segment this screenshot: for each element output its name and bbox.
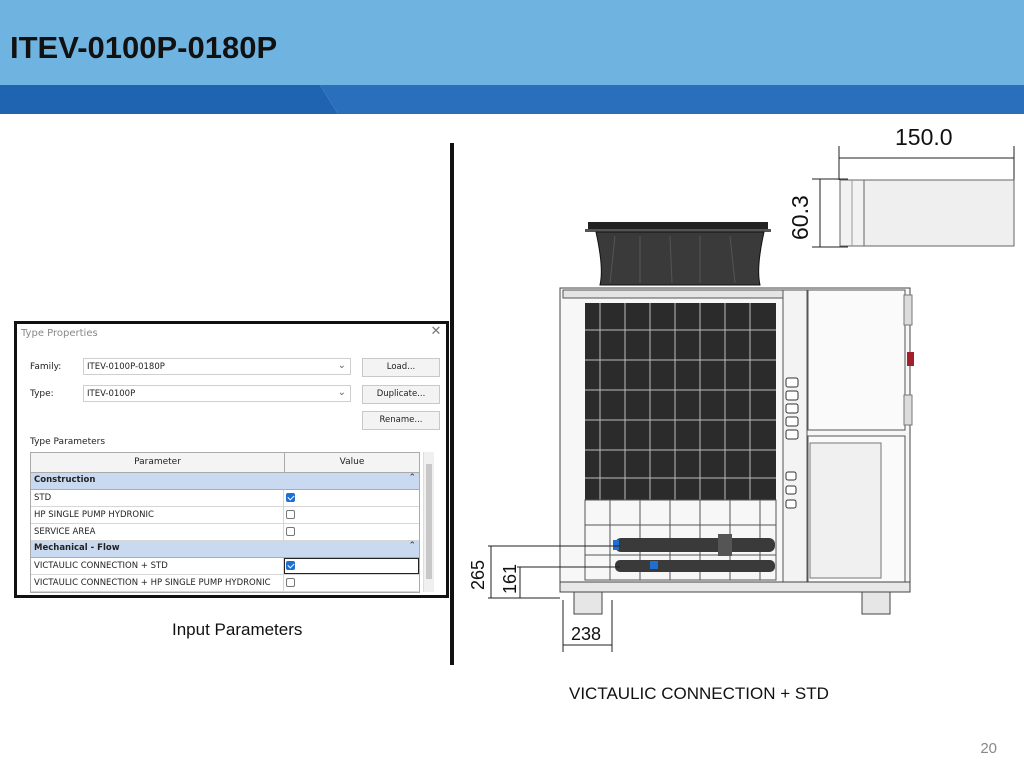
parameter-name: STD — [31, 490, 284, 506]
collapse-icon[interactable]: ⌃ — [408, 541, 416, 551]
fan — [585, 222, 771, 286]
type-parameters-label: Type Parameters — [30, 437, 106, 447]
load-button[interactable]: Load... — [362, 358, 440, 377]
std-checkbox[interactable] — [286, 493, 295, 502]
rename-button[interactable]: Rename... — [362, 411, 440, 430]
service-area-checkbox[interactable] — [286, 527, 295, 536]
table-row[interactable]: VICTAULIC CONNECTION + HP SINGLE PUMP HY… — [31, 575, 419, 592]
group-label: Construction — [34, 475, 96, 485]
group-construction[interactable]: Construction ⌃ — [31, 473, 419, 490]
caption-input-parameters: Input Parameters — [172, 620, 303, 639]
family-dropdown[interactable]: ITEV-0100P-0180P ⌄ — [83, 358, 351, 375]
header-banner: ITEV-0100P-0180P — [0, 0, 1024, 116]
parameter-name: SERVICE AREA — [31, 524, 284, 540]
dim-161-label: 161 — [500, 564, 520, 594]
group-label: Mechanical - Flow — [34, 543, 120, 553]
scrollbar-thumb[interactable] — [426, 464, 432, 579]
victaulic-std-checkbox[interactable] — [286, 561, 295, 570]
parameter-name: VICTAULIC CONNECTION + STD — [31, 558, 284, 574]
collapse-icon[interactable]: ⌃ — [408, 473, 416, 483]
dim-pipe-height-label: 60.3 — [787, 195, 813, 240]
parameter-table: Parameter Value Construction ⌃ STD HP SI… — [30, 452, 420, 593]
table-row[interactable]: STD — [31, 490, 419, 507]
dim-width-label: 150.0 — [895, 124, 953, 150]
vertical-scrollbar[interactable] — [423, 452, 434, 592]
dialog-title: Type Properties — [21, 328, 98, 339]
family-value: ITEV-0100P-0180P — [87, 362, 165, 372]
table-row[interactable]: SERVICE AREA — [31, 524, 419, 541]
parameter-name: VICTAULIC CONNECTION + HP SINGLE PUMP HY… — [31, 575, 284, 591]
unit-drawing: 150.0 60.3 265 161 238 — [470, 124, 1015, 652]
caption-victaulic-std: VICTAULIC CONNECTION + STD — [569, 684, 829, 703]
table-header: Parameter Value — [31, 453, 419, 473]
type-dropdown[interactable]: ITEV-0100P ⌄ — [83, 385, 351, 402]
family-label: Family: — [30, 362, 62, 372]
dim-265-label: 265 — [470, 560, 488, 590]
vertical-divider — [450, 143, 454, 665]
type-properties-dialog: Type Properties ✕ Family: ITEV-0100P-018… — [14, 321, 449, 598]
duplicate-button[interactable]: Duplicate... — [362, 385, 440, 404]
chevron-down-icon: ⌄ — [337, 387, 346, 398]
table-row[interactable]: HP SINGLE PUMP HYDRONIC — [31, 507, 419, 524]
pipe-detail — [839, 179, 1015, 247]
unit-frame — [559, 287, 914, 615]
type-label: Type: — [30, 389, 54, 399]
page-number: 20 — [980, 740, 997, 757]
slide-title: ITEV-0100P-0180P — [10, 30, 278, 65]
group-mechanical-flow[interactable]: Mechanical - Flow ⌃ — [31, 541, 419, 558]
column-header-parameter[interactable]: Parameter — [31, 453, 285, 472]
table-row[interactable]: VICTAULIC CONNECTION + STD — [31, 558, 419, 575]
victaulic-hp-checkbox[interactable] — [286, 578, 295, 587]
chevron-down-icon: ⌄ — [337, 360, 346, 371]
type-value: ITEV-0100P — [87, 389, 136, 399]
parameter-name: HP SINGLE PUMP HYDRONIC — [31, 507, 284, 523]
dim-238-label: 238 — [571, 624, 601, 644]
column-header-value[interactable]: Value — [285, 453, 419, 472]
hp-single-pump-checkbox[interactable] — [286, 510, 295, 519]
close-icon[interactable]: ✕ — [430, 325, 442, 338]
